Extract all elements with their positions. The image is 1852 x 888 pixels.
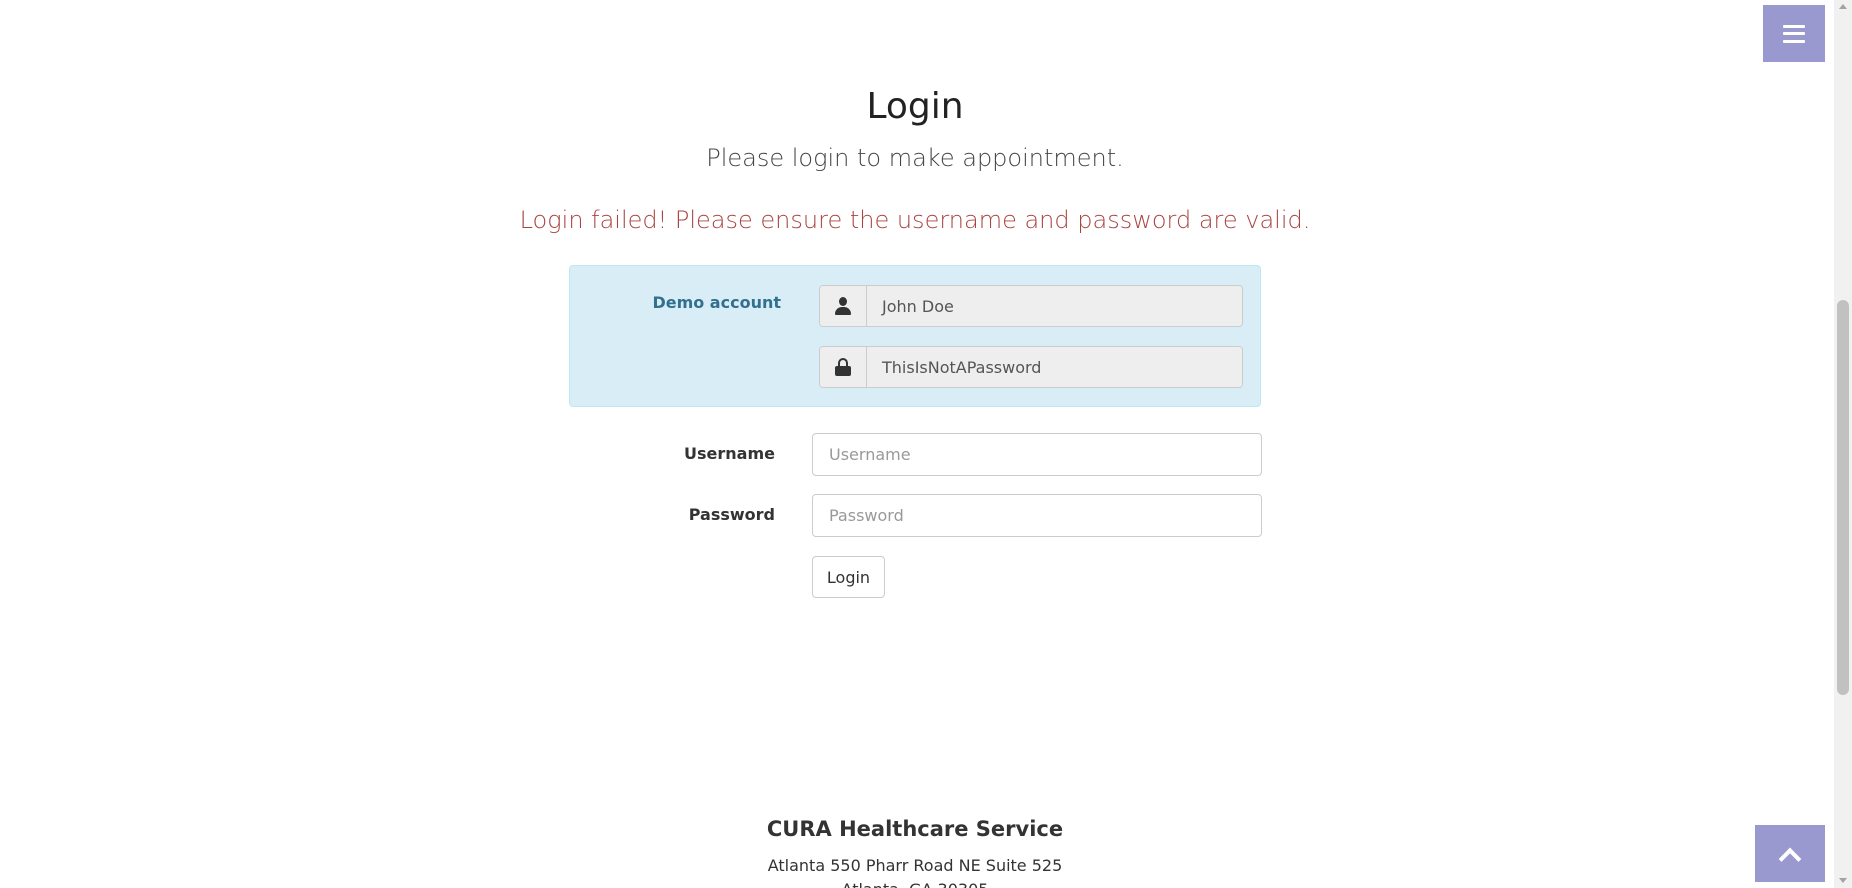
hamburger-menu-icon (1783, 24, 1805, 43)
username-input[interactable] (812, 433, 1262, 476)
demo-username-value[interactable]: John Doe (867, 286, 1242, 326)
page: Login Please login to make appointment. … (0, 0, 1834, 888)
chevron-up-icon (1778, 847, 1802, 870)
demo-username-group: John Doe (819, 285, 1243, 327)
login-error-message: Login failed! Please ensure the username… (519, 206, 1311, 234)
scroll-down-arrow-icon[interactable] (1839, 878, 1847, 883)
demo-username-addon (820, 286, 867, 326)
page-title: Login (866, 86, 964, 127)
demo-password-value[interactable]: ThisIsNotAPassword (867, 347, 1242, 387)
scroll-to-top-button[interactable] (1755, 825, 1825, 882)
demo-account-label: Demo account (652, 293, 781, 312)
scrollbar-thumb[interactable] (1837, 300, 1849, 695)
login-button[interactable]: Login (812, 556, 885, 598)
scroll-up-arrow-icon[interactable] (1839, 4, 1847, 9)
username-label: Username (684, 444, 775, 463)
password-input[interactable] (812, 494, 1262, 537)
page-subtitle: Please login to make appointment. (706, 144, 1124, 172)
lock-icon (835, 358, 851, 376)
demo-password-addon (820, 347, 867, 387)
vertical-scrollbar[interactable] (1834, 0, 1852, 888)
footer-company-name: CURA Healthcare Service (766, 817, 1064, 841)
footer-city: Atlanta, GA 30305 (0, 880, 1830, 888)
menu-toggle-button[interactable] (1763, 5, 1825, 62)
footer-address: Atlanta 550 Pharr Road NE Suite 525 (767, 856, 1063, 875)
demo-password-group: ThisIsNotAPassword (819, 346, 1243, 388)
user-icon (834, 297, 852, 315)
password-label: Password (688, 505, 775, 524)
